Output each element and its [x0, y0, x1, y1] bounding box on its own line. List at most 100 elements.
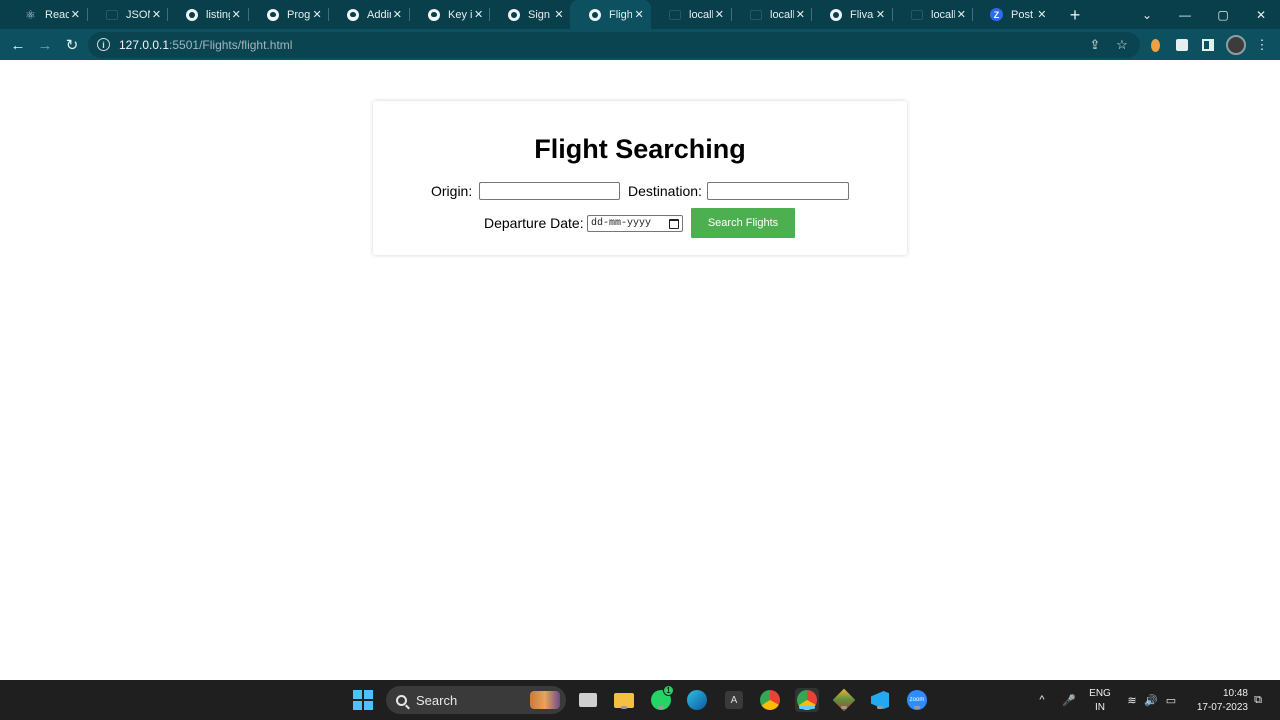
maximize-icon: ▢ [1217, 7, 1229, 22]
app-a[interactable]: A [722, 688, 746, 712]
app-a-icon: A [725, 691, 743, 709]
taskbar-search-box[interactable]: Search [386, 686, 566, 714]
github-icon [266, 8, 279, 21]
windows-taskbar: Search 1 A zoom ^ 🎤 ENG IN ≋ 🔊 ▭ 10:48 1… [0, 680, 1280, 720]
side-panel-icon[interactable] [1198, 35, 1218, 55]
share-icon[interactable]: ⇪ [1086, 36, 1104, 54]
wifi-glyph: ≋ [1127, 694, 1137, 707]
browser-tab[interactable]: localh✕ [650, 0, 731, 29]
microphone-icon[interactable]: 🎤 [1060, 680, 1078, 720]
extension-dot-icon [1150, 38, 1160, 52]
close-tab-icon[interactable]: ✕ [713, 7, 726, 23]
close-tab-icon[interactable]: ✕ [874, 7, 887, 23]
close-tab-icon[interactable]: ✕ [1036, 7, 1048, 23]
whatsapp-app[interactable]: 1 [649, 685, 674, 712]
tab-search-button[interactable]: ⌄ [1128, 0, 1166, 29]
language-indicator[interactable]: ENG IN [1088, 687, 1112, 715]
running-indicator [877, 706, 883, 709]
reload-button[interactable]: ↻ [60, 33, 84, 57]
close-tab-icon[interactable]: ✕ [230, 7, 243, 23]
git-app[interactable] [832, 688, 856, 712]
bookmark-star-icon[interactable]: ☆ [1113, 36, 1131, 54]
search-highlight-art-icon [530, 691, 560, 709]
origin-label: Origin: [431, 183, 473, 199]
browser-tab-strip: ⚛React✕JSON✕listing✕Progr✕Addin✕Key is✕S… [0, 0, 1280, 29]
departure-date-input[interactable]: dd-mm-yyyy [587, 215, 683, 232]
close-tab-icon[interactable]: ✕ [794, 7, 807, 23]
browser-tab[interactable]: Flight✕ [570, 0, 651, 29]
close-tab-icon[interactable]: ✕ [150, 7, 163, 23]
destination-label: Destination: [628, 183, 702, 199]
github-icon [427, 8, 440, 21]
tab-title: Flivan [850, 8, 874, 21]
close-tab-icon[interactable]: ✕ [553, 7, 565, 23]
site-info-icon[interactable]: i [97, 38, 110, 51]
wifi-icon[interactable]: ≋ [1124, 680, 1140, 720]
close-tab-icon[interactable]: ✕ [391, 7, 404, 23]
close-tab-icon[interactable]: ✕ [632, 7, 646, 23]
browser-tab[interactable]: JSON✕ [87, 0, 168, 29]
task-view-button[interactable] [576, 688, 600, 712]
chrome-app-active[interactable] [795, 688, 819, 712]
browser-tab[interactable]: Flivan✕ [811, 0, 892, 29]
origin-input[interactable] [479, 182, 620, 200]
extensions-puzzle-icon[interactable] [1172, 35, 1192, 55]
profile-avatar[interactable] [1226, 35, 1246, 55]
tab-title: Addin [367, 8, 391, 21]
side-panel-shape [1202, 39, 1214, 51]
extension-icon[interactable] [1145, 35, 1165, 55]
region-code: IN [1095, 702, 1105, 713]
tab-title: JSON [126, 8, 150, 21]
task-view-icon [579, 693, 597, 707]
show-hidden-icons-button[interactable]: ^ [1034, 680, 1050, 720]
search-flights-button[interactable]: Search Flights [691, 208, 795, 238]
browser-menu-button[interactable]: ⋮ [1252, 35, 1272, 55]
close-tab-icon[interactable]: ✕ [69, 7, 82, 23]
close-tab-icon[interactable]: ✕ [955, 7, 968, 23]
notification-center-icon[interactable]: ⧉ [1250, 680, 1266, 720]
url-text[interactable]: 127.0.0.1:5501/Flights/flight.html [119, 38, 292, 52]
windows-logo-icon [353, 690, 373, 710]
address-bar[interactable]: i 127.0.0.1:5501/Flights/flight.html ⇪ ☆ [88, 32, 1140, 58]
start-button[interactable] [351, 688, 375, 712]
close-window-button[interactable]: ✕ [1242, 0, 1280, 29]
date-placeholder: dd-mm-yyyy [591, 218, 652, 229]
file-explorer-app[interactable] [612, 688, 636, 712]
close-tab-icon[interactable]: ✕ [472, 7, 485, 23]
browser-tab[interactable]: Key is✕ [409, 0, 490, 29]
edge-app[interactable] [685, 688, 709, 712]
browser-tab[interactable]: ⚛ React✕ [6, 0, 87, 29]
running-indicator [914, 706, 920, 709]
close-icon: ✕ [1255, 7, 1267, 22]
minimize-icon: — [1179, 7, 1191, 22]
browser-tab[interactable]: Sign U✕ [489, 0, 570, 29]
reload-icon: ↻ [65, 37, 79, 54]
maximize-button[interactable]: ▢ [1204, 0, 1242, 29]
battery-icon[interactable]: ▭ [1163, 680, 1179, 720]
zoom-app[interactable]: zoom [905, 688, 929, 712]
tab-title: Post A [1011, 8, 1036, 21]
tab-title: localh [931, 8, 955, 21]
forward-button[interactable]: → [33, 33, 57, 57]
destination-input[interactable] [707, 182, 849, 200]
browser-tab[interactable]: Addin✕ [328, 0, 409, 29]
volume-icon[interactable]: 🔊 [1143, 680, 1159, 720]
chrome-app[interactable] [758, 688, 782, 712]
calendar-icon[interactable] [669, 219, 679, 229]
tab-title: listing [206, 8, 230, 21]
page-viewport: Flight Searching Origin: Destination: De… [0, 60, 1280, 680]
flight-search-card: Flight Searching Origin: Destination: De… [373, 101, 907, 255]
back-button[interactable]: ← [6, 33, 30, 57]
close-tab-icon[interactable]: ✕ [310, 7, 324, 23]
browser-tab[interactable]: localh✕ [892, 0, 973, 29]
browser-tab[interactable]: Progr✕ [248, 0, 329, 29]
browser-tab[interactable]: localh✕ [731, 0, 812, 29]
vscode-app[interactable] [868, 688, 892, 712]
share-glyph: ⇪ [1089, 37, 1101, 52]
browser-tab[interactable]: Z Post A✕ [972, 0, 1053, 29]
battery-glyph: ▭ [1165, 694, 1177, 707]
system-clock[interactable]: 10:48 17-07-2023 [1188, 687, 1248, 715]
browser-tab[interactable]: listing✕ [167, 0, 248, 29]
new-tab-button[interactable]: + [1064, 4, 1086, 26]
minimize-button[interactable]: — [1166, 0, 1204, 29]
